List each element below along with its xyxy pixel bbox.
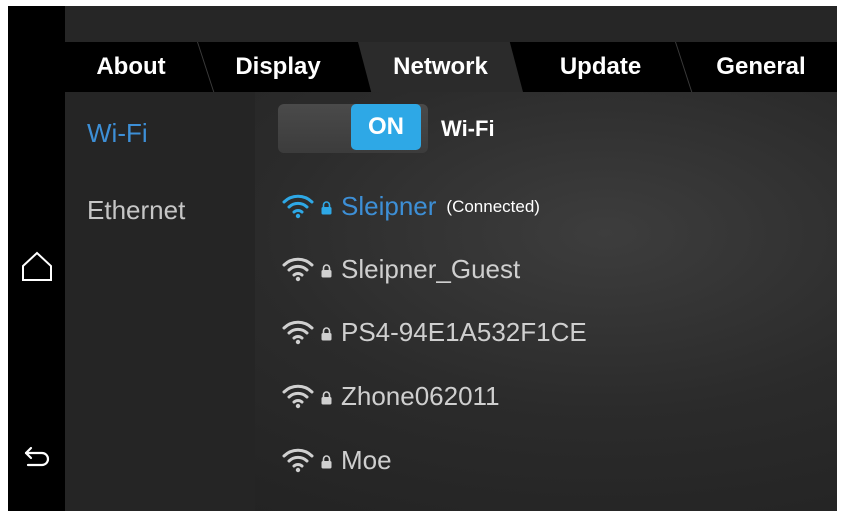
lock-icon [321,201,332,215]
device-frame: About Display Network Update General Wi-… [8,6,837,511]
wifi-icon [281,445,317,475]
wifi-icon [281,381,317,411]
tab-bar: About Display Network Update General [65,42,837,92]
wifi-icon [281,254,317,284]
settings-screen: About Display Network Update General Wi-… [65,6,837,511]
sidebar-item-label: Ethernet [87,195,186,225]
network-ssid: Zhone062011 [341,380,500,411]
sidebar-item-ethernet[interactable]: Ethernet [87,195,185,226]
network-row-ps4[interactable]: PS4-94E1A532F1CE [281,312,587,352]
wifi-icon [281,191,317,221]
back-arrow-icon [24,446,50,467]
tab-network[interactable]: Network [358,42,523,92]
lock-icon [321,455,332,469]
tab-display[interactable]: Display [207,42,349,92]
wifi-icon [281,317,317,347]
network-ssid: Moe [341,444,392,475]
tab-label: Network [393,53,488,80]
lock-icon [321,391,332,405]
network-ssid: PS4-94E1A532F1CE [341,316,587,347]
home-icon [22,251,52,281]
system-rail [8,6,65,511]
wifi-toggle-label: Wi-Fi [441,116,495,141]
network-sidebar: Wi-Fi Ethernet [65,92,255,511]
sidebar-item-wifi[interactable]: Wi-Fi [87,118,148,149]
lock-icon [321,264,332,278]
home-button[interactable] [17,246,57,286]
network-row-moe[interactable]: Moe [281,440,392,480]
network-row-sleipner-guest[interactable]: Sleipner_Guest [281,249,520,289]
back-button[interactable] [17,436,57,476]
network-row-sleipner[interactable]: Sleipner (Connected) [281,186,540,226]
network-row-zhone[interactable]: Zhone062011 [281,376,500,416]
sidebar-item-label: Wi-Fi [87,118,148,148]
tab-label: General [716,53,806,80]
network-ssid: Sleipner [341,190,437,221]
status-strip [65,6,837,42]
lock-icon [321,327,332,341]
toggle-state: ON [351,104,421,150]
tab-about[interactable]: About [65,42,197,92]
tab-label: Display [235,53,321,80]
connection-status: (Connected) [446,197,540,216]
wifi-toggle[interactable]: ON [278,104,428,153]
tab-label: About [96,53,166,80]
network-ssid: Sleipner_Guest [341,253,521,284]
tab-general[interactable]: General [685,42,837,92]
tab-label: Update [559,53,642,80]
tab-update[interactable]: Update [528,42,673,92]
